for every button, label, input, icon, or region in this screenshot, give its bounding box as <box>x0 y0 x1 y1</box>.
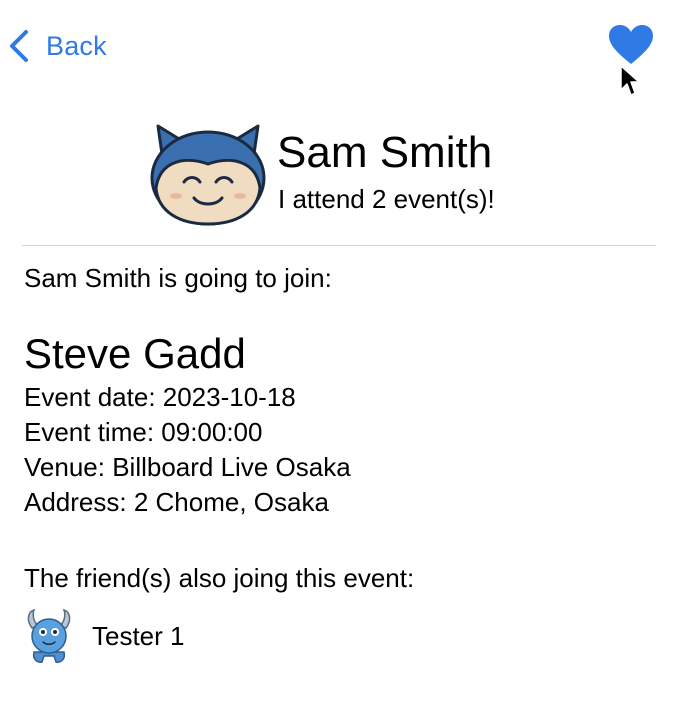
favorite-button[interactable] <box>608 24 656 68</box>
event-time: Event time: 09:00:00 <box>24 417 263 447</box>
profile-name: Sam Smith <box>277 128 493 177</box>
event-venue: Venue: Billboard Live Osaka <box>24 452 351 482</box>
mouse-cursor-icon <box>619 64 641 98</box>
event-title: Steve Gadd <box>24 330 246 377</box>
navigation-bar: Back <box>0 0 678 96</box>
heart-icon <box>608 24 656 66</box>
sleepy-cat-avatar <box>148 120 268 228</box>
event-date: Event date: 2023-10-18 <box>24 382 296 412</box>
divider <box>22 245 656 246</box>
chevron-left-icon <box>8 29 30 63</box>
profile-event-count: I attend 2 event(s)! <box>278 184 495 214</box>
event-content: Sam Smith is going to join: Steve Gadd E… <box>24 258 654 664</box>
joining-heading: Sam Smith is going to join: <box>24 263 332 293</box>
back-label: Back <box>46 30 107 61</box>
friend-list-item[interactable]: Tester 1 <box>24 608 654 664</box>
friends-heading: The friend(s) also joing this event: <box>24 563 415 593</box>
friend-name: Tester 1 <box>92 620 185 651</box>
back-button[interactable]: Back <box>8 24 107 68</box>
event-address: Address: 2 Chome, Osaka <box>24 487 329 517</box>
user-detail-screen: Back Sam Smith I attend 2 event(s)! Sam … <box>0 0 678 724</box>
profile-header: Sam Smith I attend 2 event(s)! <box>0 108 678 228</box>
blue-monster-avatar <box>24 608 74 664</box>
